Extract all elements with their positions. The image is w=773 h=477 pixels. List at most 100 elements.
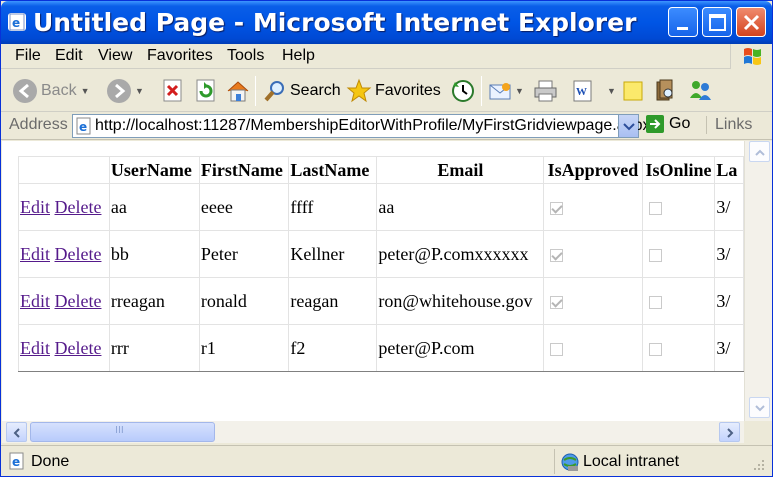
menu-help[interactable]: Help — [282, 47, 315, 65]
search-label: Search — [290, 82, 341, 99]
col-header-lastname: LastName — [288, 156, 378, 184]
cell-lastname: ffff — [288, 183, 378, 231]
intranet-globe-icon — [561, 453, 579, 471]
menu-edit[interactable]: Edit — [55, 47, 83, 65]
zone-label: Local intranet — [583, 453, 680, 470]
refresh-button[interactable] — [195, 76, 217, 106]
cell-isapproved — [543, 324, 643, 372]
svg-text:W: W — [576, 86, 587, 98]
maximize-button[interactable] — [702, 7, 732, 37]
mail-button[interactable]: ▼ — [488, 76, 524, 106]
cell-lastlogin: 3/ — [714, 230, 744, 278]
row-commands: Edit Delete — [18, 183, 110, 231]
favorites-label: Favorites — [375, 82, 441, 99]
cell-firstname: Peter — [198, 230, 290, 278]
menu-tools[interactable]: Tools — [227, 47, 264, 65]
edit-dropdown-icon: ▼ — [607, 86, 616, 96]
cell-email: peter@P.comxxxxxx — [376, 230, 545, 278]
col-header-username: UserName — [108, 156, 200, 184]
back-dropdown-icon: ▼ — [80, 86, 90, 96]
scroll-thumb[interactable]: III — [30, 422, 215, 442]
forward-arrow-icon — [107, 79, 131, 103]
svg-text:e: e — [79, 120, 87, 134]
cell-username: rrr — [108, 324, 200, 372]
minimize-button[interactable] — [668, 7, 698, 37]
isonline-checkbox — [648, 342, 662, 356]
col-header-isapproved: IsApproved — [543, 156, 643, 184]
table-row: Edit Delete aa eeee ffff aa 3/ — [18, 183, 744, 231]
vertical-scrollbar[interactable] — [744, 141, 772, 421]
back-arrow-icon — [13, 79, 37, 103]
note-icon — [623, 81, 643, 101]
discuss-button[interactable] — [621, 76, 645, 106]
grid-header-row: UserName FirstName LastName Email IsAppr… — [18, 156, 744, 184]
address-url: http://localhost:11287/MembershipEditorW… — [95, 117, 651, 134]
delete-link[interactable]: Delete — [55, 338, 102, 358]
favorites-button[interactable]: Favorites — [346, 76, 441, 106]
window-title: Untitled Page - Microsoft Internet Explo… — [33, 8, 637, 37]
menu-file[interactable]: File — [15, 47, 41, 65]
home-button[interactable] — [225, 76, 251, 106]
star-icon — [346, 78, 372, 103]
cell-lastname: f2 — [288, 324, 378, 372]
cell-email: peter@P.com — [376, 324, 545, 372]
horizontal-scrollbar[interactable]: III — [2, 421, 744, 443]
col-header-isonline: IsOnline — [641, 156, 716, 184]
windows-logo-icon — [730, 44, 772, 69]
isonline-checkbox — [648, 248, 662, 262]
word-document-icon: W — [573, 80, 592, 102]
cell-username: rreagan — [108, 277, 200, 325]
edit-link[interactable]: Edit — [20, 291, 50, 311]
scroll-down-button[interactable] — [749, 397, 770, 418]
go-arrow-icon — [646, 115, 664, 133]
isapproved-checkbox — [550, 248, 564, 262]
row-commands: Edit Delete — [18, 277, 110, 325]
address-dropdown-button[interactable] — [618, 115, 638, 137]
edit-link[interactable]: Edit — [20, 338, 50, 358]
cell-username: bb — [108, 230, 200, 278]
cell-lastlogin: 3/ — [714, 324, 744, 372]
edit-link[interactable]: Edit — [20, 244, 50, 264]
cell-firstname: r1 — [198, 324, 290, 372]
delete-link[interactable]: Delete — [55, 197, 102, 217]
scroll-up-button[interactable] — [749, 141, 770, 162]
messenger-button[interactable] — [687, 76, 715, 106]
forward-dropdown-icon: ▼ — [135, 86, 144, 96]
col-header-lastlogin: La — [714, 156, 744, 184]
back-button[interactable]: Back ▼ — [13, 76, 90, 106]
history-button[interactable] — [450, 76, 476, 106]
address-input[interactable]: e http://localhost:11287/MembershipEdito… — [72, 114, 651, 138]
delete-link[interactable]: Delete — [55, 244, 102, 264]
close-button[interactable] — [736, 7, 766, 37]
address-label: Address — [9, 116, 68, 133]
print-button[interactable] — [533, 76, 559, 106]
table-row: Edit Delete rreagan ronald reagan ron@wh… — [18, 277, 744, 325]
links-button[interactable]: Links — [706, 116, 752, 134]
cell-isonline — [641, 324, 716, 372]
row-commands: Edit Delete — [18, 230, 110, 278]
scroll-right-button[interactable] — [719, 422, 740, 442]
edit-link[interactable]: Edit — [20, 197, 50, 217]
delete-link[interactable]: Delete — [55, 291, 102, 311]
mail-icon — [489, 83, 511, 100]
go-button[interactable]: Go — [646, 115, 690, 133]
forward-button[interactable]: ▼ — [107, 76, 144, 106]
toolbar-separator — [481, 76, 482, 106]
menu-favorites[interactable]: Favorites — [147, 47, 213, 65]
svg-text:e: e — [12, 455, 20, 469]
search-button[interactable]: Search — [263, 76, 341, 106]
isapproved-checkbox — [550, 295, 564, 309]
edit-with-word-button[interactable]: W ▼ — [571, 76, 616, 106]
title-bar[interactable]: e Untitled Page - Microsoft Internet Exp… — [1, 1, 772, 44]
cell-lastlogin: 3/ — [714, 183, 744, 231]
scroll-left-button[interactable] — [6, 422, 27, 442]
menu-view[interactable]: View — [98, 47, 132, 65]
cell-email: aa — [376, 183, 545, 231]
isapproved-checkbox — [550, 201, 564, 215]
resize-grip-icon[interactable] — [749, 458, 767, 474]
research-button[interactable] — [653, 76, 677, 106]
home-icon — [227, 81, 249, 102]
address-bar: Address e http://localhost:11287/Members… — [1, 112, 772, 140]
cell-isonline — [641, 183, 716, 231]
stop-button[interactable] — [162, 76, 184, 106]
